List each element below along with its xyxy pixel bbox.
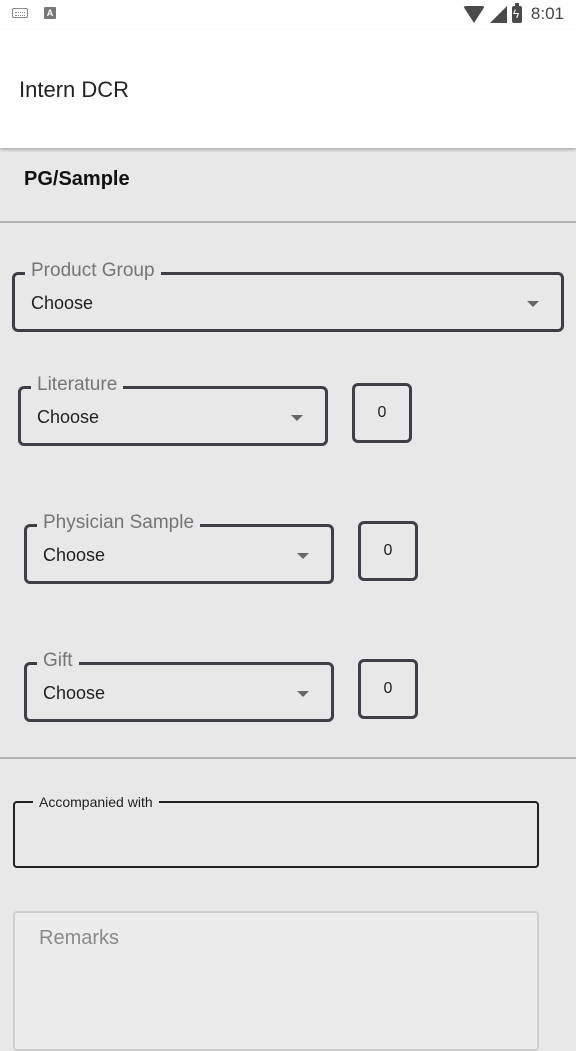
gift-label: Gift bbox=[37, 649, 79, 673]
gift-quantity-input[interactable]: 0 bbox=[358, 659, 418, 719]
a-icon: A bbox=[44, 7, 56, 19]
section-title: PG/Sample bbox=[24, 168, 130, 190]
signal-icon bbox=[489, 5, 507, 23]
keyboard-icon bbox=[12, 8, 28, 18]
app-title: Intern DCR bbox=[19, 77, 130, 102]
status-bar: A 8:01 bbox=[0, 0, 576, 30]
literature-quantity-input[interactable]: 0 bbox=[352, 383, 412, 443]
clock: 8:01 bbox=[530, 4, 564, 23]
dropdown-arrow-icon bbox=[297, 691, 309, 697]
dropdown-arrow-icon bbox=[527, 301, 539, 307]
physician-sample-value: Choose bbox=[43, 545, 106, 565]
accompanied-with-label: Accompanied with bbox=[33, 793, 159, 811]
accompanied-with-field[interactable]: Accompanied with bbox=[13, 793, 539, 868]
divider-bottom bbox=[0, 757, 576, 759]
literature-dropdown[interactable]: Literature Choose bbox=[18, 373, 328, 446]
wifi-icon bbox=[462, 5, 485, 23]
remarks-field[interactable]: Remarks bbox=[13, 911, 539, 1051]
battery-charging-icon bbox=[511, 2, 522, 23]
gift-value: Choose bbox=[43, 683, 106, 703]
product-group-dropdown[interactable]: Product Group Choose bbox=[12, 259, 564, 332]
literature-label: Literature bbox=[31, 373, 124, 397]
remarks-placeholder: Remarks bbox=[39, 927, 120, 949]
divider-top bbox=[0, 221, 576, 223]
physician-sample-dropdown[interactable]: Physician Sample Choose bbox=[24, 511, 334, 584]
gift-dropdown[interactable]: Gift Choose bbox=[24, 649, 334, 722]
product-group-label: Product Group bbox=[25, 259, 161, 283]
dropdown-arrow-icon bbox=[297, 553, 309, 559]
status-bar-system: 8:01 bbox=[462, 2, 564, 24]
physician-sample-quantity-input[interactable]: 0 bbox=[358, 521, 418, 581]
app-bar: Intern DCR bbox=[0, 30, 576, 148]
dropdown-arrow-icon bbox=[291, 415, 303, 421]
literature-value: Choose bbox=[37, 407, 100, 427]
physician-sample-label: Physician Sample bbox=[37, 511, 201, 535]
status-bar-notifications: A bbox=[12, 7, 56, 19]
product-group-value: Choose bbox=[31, 293, 94, 313]
